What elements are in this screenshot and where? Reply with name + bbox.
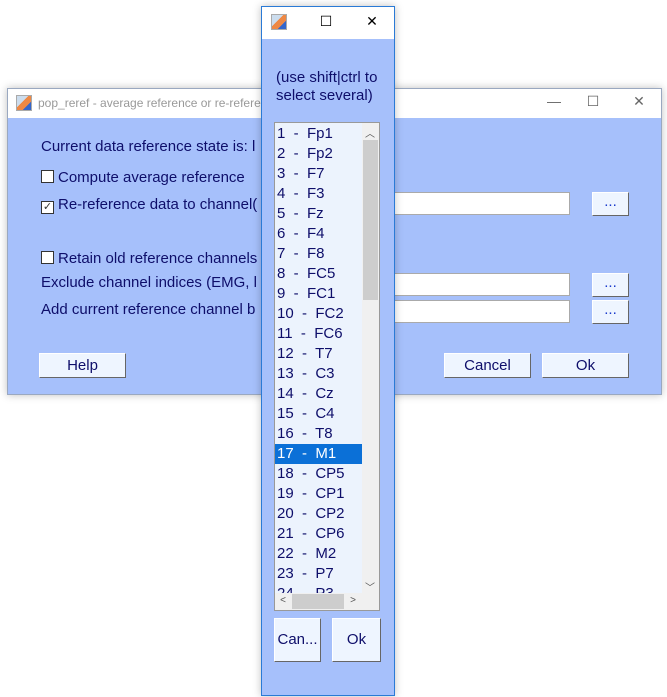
channel-list-item[interactable]: 7 - F8 xyxy=(275,244,363,264)
channel-list-item[interactable]: 16 - T8 xyxy=(275,424,363,444)
channel-list-item[interactable]: 19 - CP1 xyxy=(275,484,363,504)
channel-listbox[interactable]: 1 - Fp1 2 - Fp2 3 - F7 4 - F3 5 - Fz 6 - F4 7 … xyxy=(274,122,380,611)
channel-list-item[interactable]: 2 - Fp2 xyxy=(275,144,363,164)
instructions-line1: (use shift|ctrl to xyxy=(276,69,378,86)
exclude-label: Exclude channel indices (EMG, l xyxy=(41,274,257,291)
maximize-button[interactable]: ☐ xyxy=(578,93,608,110)
popup-ok-button[interactable]: Ok xyxy=(332,618,381,662)
rereference-channel-input[interactable] xyxy=(393,192,570,215)
checkbox[interactable] xyxy=(41,251,54,264)
popup-cancel-button[interactable]: Can... xyxy=(274,618,321,662)
channel-list-item[interactable]: 5 - Fz xyxy=(275,204,363,224)
channel-list-item[interactable]: 6 - F4 xyxy=(275,224,363,244)
compute-average-checkbox[interactable]: Compute average reference xyxy=(41,169,245,186)
horizontal-scrollbar[interactable]: < > xyxy=(275,593,379,610)
add-ref-input[interactable] xyxy=(393,300,570,323)
scroll-up-icon[interactable]: ︿ xyxy=(362,125,378,140)
ok-button[interactable]: Ok xyxy=(542,353,629,378)
channel-list-item[interactable]: 8 - FC5 xyxy=(275,264,363,284)
matlab-icon xyxy=(16,95,32,111)
channel-list-item[interactable]: 15 - C4 xyxy=(275,404,363,424)
channel-list-item[interactable]: 4 - F3 xyxy=(275,184,363,204)
retain-old-label: Retain old reference channels xyxy=(58,250,258,267)
cancel-button[interactable]: Cancel xyxy=(444,353,531,378)
minimize-button[interactable]: — xyxy=(539,93,569,109)
channel-list-item[interactable]: 14 - Cz xyxy=(275,384,363,404)
channel-list-item[interactable]: 18 - CP5 xyxy=(275,464,363,484)
close-button[interactable]: ✕ xyxy=(357,13,387,30)
exclude-channels-input[interactable] xyxy=(393,273,570,296)
channel-list-item[interactable]: 12 - T7 xyxy=(275,344,363,364)
current-state-label: Current data reference state is: l xyxy=(41,138,256,155)
close-button[interactable]: ✕ xyxy=(624,93,654,110)
scroll-left-icon[interactable]: < xyxy=(275,595,291,606)
channel-list-item[interactable]: 1 - Fp1 xyxy=(275,124,363,144)
title-bar[interactable]: ☐ ✕ xyxy=(262,7,394,39)
add-ref-label: Add current reference channel b xyxy=(41,301,256,318)
help-button[interactable]: Help xyxy=(39,353,126,378)
channel-list-item[interactable]: 23 - P7 xyxy=(275,564,363,584)
checkbox[interactable] xyxy=(41,170,54,183)
channel-list-item[interactable]: 3 - F7 xyxy=(275,164,363,184)
scrollbar-thumb[interactable] xyxy=(363,140,378,300)
channel-list-item[interactable]: 10 - FC2 xyxy=(275,304,363,324)
checkbox-checked[interactable]: ✓ xyxy=(41,201,54,214)
channel-list-item[interactable]: 11 - FC6 xyxy=(275,324,363,344)
browse-exclude-button[interactable]: ... xyxy=(592,273,629,297)
channel-list-item[interactable]: 9 - FC1 xyxy=(275,284,363,304)
channel-list-item[interactable]: 13 - C3 xyxy=(275,364,363,384)
browse-channels-button[interactable]: ... xyxy=(592,192,629,216)
channel-list-item[interactable]: 21 - CP6 xyxy=(275,524,363,544)
maximize-button[interactable]: ☐ xyxy=(311,13,341,30)
compute-average-label: Compute average reference xyxy=(58,169,245,186)
rereference-label: Re-reference data to channel( xyxy=(58,196,258,213)
scroll-down-icon[interactable]: ﹀ xyxy=(362,579,378,594)
matlab-icon xyxy=(271,14,287,30)
retain-old-checkbox[interactable]: Retain old reference channels xyxy=(41,250,257,267)
rereference-checkbox[interactable]: ✓ Re-reference data to channel( xyxy=(41,196,257,214)
channel-list-item[interactable]: 22 - M2 xyxy=(275,544,363,564)
browse-add-ref-button[interactable]: ... xyxy=(592,300,629,324)
instructions-line2: select several) xyxy=(276,87,373,104)
vertical-scrollbar[interactable]: ︿ ﹀ xyxy=(362,123,379,595)
scroll-right-icon[interactable]: > xyxy=(345,595,361,606)
scrollbar-thumb[interactable] xyxy=(292,594,344,609)
channel-list-item[interactable]: 17 - M1 xyxy=(275,444,363,464)
channel-list-item[interactable]: 20 - CP2 xyxy=(275,504,363,524)
